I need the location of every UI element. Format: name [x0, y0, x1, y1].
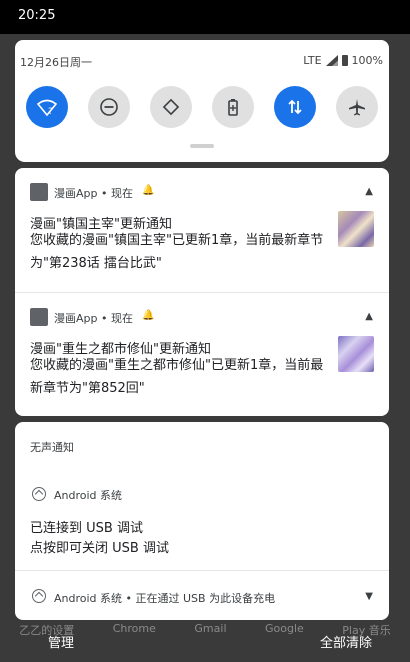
network-label: LTE [303, 54, 322, 67]
chevron-up-icon[interactable]: ▲ [365, 186, 373, 197]
bell-icon: 🔔 [142, 185, 155, 196]
notif-body: 您收藏的漫画"镇国主宰"已更新1章，当前最新章节为"第238话 擂台比武" [30, 233, 324, 271]
notif-header: 漫画App • 现在 [54, 312, 133, 325]
battery-icon [341, 55, 348, 66]
notif-body: 您收藏的漫画"重生之都市修仙"已更新1章，当前最新章节为"第852回" [30, 358, 324, 396]
quick-settings-panel: 12月26日周一 LTE 100% ? [15, 40, 389, 162]
usb-debug-subtitle: 点按即可关闭 USB 调试 [30, 541, 169, 556]
mobile-data-icon [288, 99, 302, 115]
auto-rotate-icon [162, 98, 180, 116]
usb-debug-notification[interactable]: Android 系统 已连接到 USB 调试 点按即可关闭 USB 调试 [15, 478, 389, 570]
wifi-icon: ? [36, 99, 58, 117]
wifi-tile[interactable]: ? [26, 86, 68, 128]
battery-saver-tile[interactable] [212, 86, 254, 128]
qs-status: LTE 100% [303, 54, 383, 67]
notification-2[interactable]: 漫画App • 现在 🔔 ▲ 漫画"重生之都市修仙"更新通知 您收藏的漫画"重生… [15, 292, 389, 416]
comic-thumbnail [338, 336, 374, 372]
comic-thumbnail [338, 211, 374, 247]
battery-saver-icon [228, 99, 238, 116]
qs-date: 12月26日周一 [20, 56, 92, 69]
chevron-up-icon[interactable]: ▲ [365, 311, 373, 322]
notification-footer: 管理 全部清除 [0, 624, 410, 662]
mobile-data-tile[interactable] [274, 86, 316, 128]
airplane-tile[interactable] [336, 86, 378, 128]
app-notification-card: 漫画App • 现在 🔔 ▲ 漫画"镇国主宰"更新通知 您收藏的漫画"镇国主宰"… [15, 168, 389, 416]
usb-debug-title: 已连接到 USB 调试 [30, 521, 143, 536]
usb-charging-notification[interactable]: Android 系统 • 正在通过 USB 为此设备充电 ▼ [15, 570, 389, 620]
battery-label: 100% [351, 54, 383, 67]
do-not-disturb-icon [100, 98, 118, 116]
app-icon [30, 183, 48, 201]
silent-notification-card: 无声通知 Android 系统 已连接到 USB 调试 点按即可关闭 USB 调… [15, 422, 389, 620]
svg-text:?: ? [48, 107, 53, 117]
notif-header: 漫画App • 现在 [54, 187, 133, 200]
android-system-icon [32, 589, 46, 603]
signal-icon [325, 55, 338, 66]
bell-icon: 🔔 [142, 310, 155, 321]
clear-all-button[interactable]: 全部清除 [320, 632, 372, 651]
status-time: 20:25 [18, 8, 56, 23]
rotate-tile[interactable] [150, 86, 192, 128]
airplane-icon [349, 99, 365, 116]
dnd-tile[interactable] [88, 86, 130, 128]
drag-handle[interactable] [190, 144, 214, 148]
qs-tiles: ? [26, 86, 378, 128]
chevron-down-icon[interactable]: ▼ [365, 591, 373, 602]
manage-button[interactable]: 管理 [48, 632, 74, 651]
app-icon [30, 308, 48, 326]
notification-1[interactable]: 漫画App • 现在 🔔 ▲ 漫画"镇国主宰"更新通知 您收藏的漫画"镇国主宰"… [15, 168, 389, 292]
silent-header: 无声通知 [30, 441, 74, 454]
android-system-icon [32, 487, 46, 501]
status-bar: 20:25 [0, 0, 410, 34]
system-app-label: Android 系统 [54, 489, 123, 502]
charging-label: Android 系统 • 正在通过 USB 为此设备充电 [54, 592, 276, 605]
